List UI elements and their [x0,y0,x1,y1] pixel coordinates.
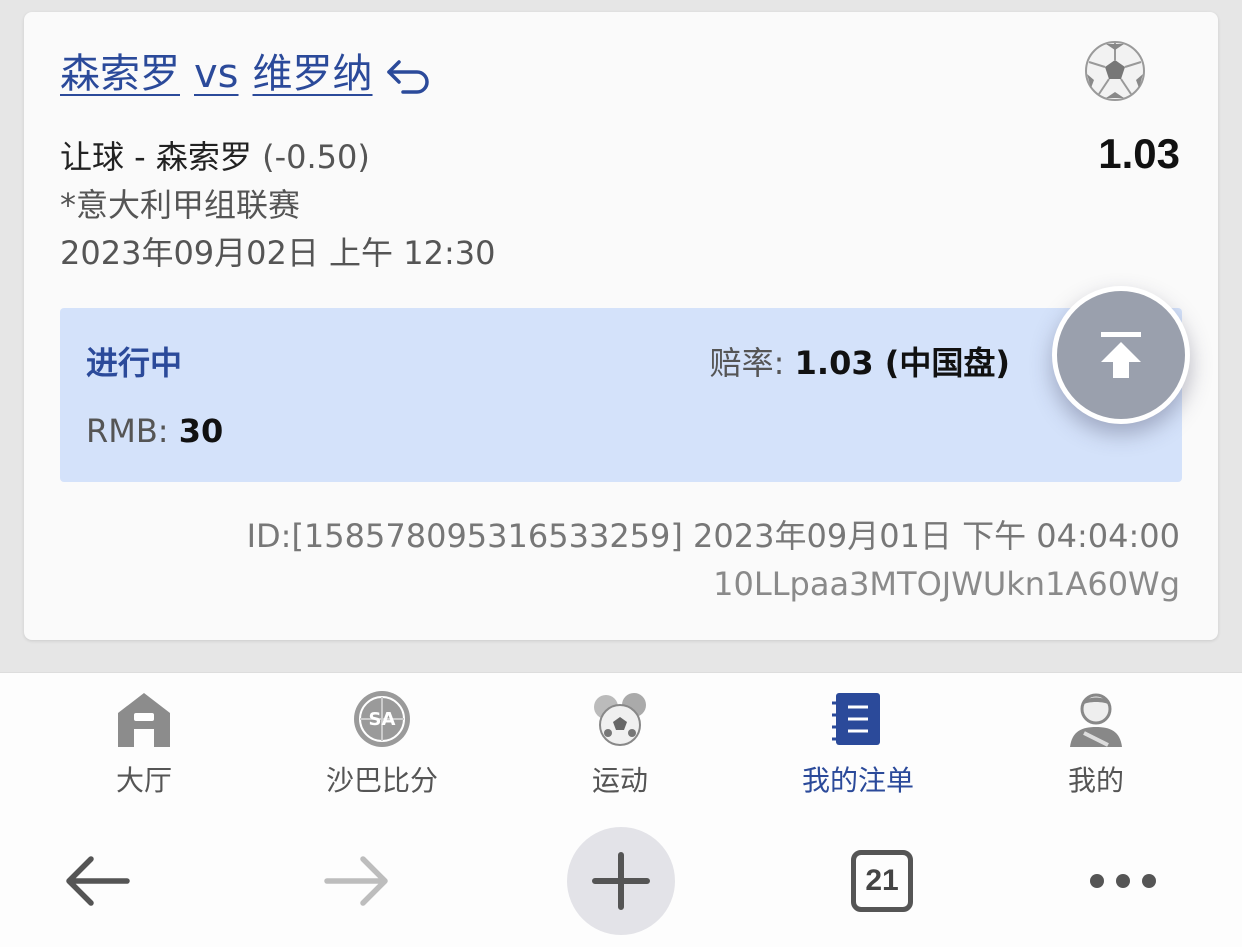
plus-icon [592,852,650,910]
tab-profile-label: 我的 [1067,764,1124,797]
more-dots-icon [1090,874,1156,888]
tab-count: 21 [851,850,913,912]
my-bets-icon [832,693,880,745]
odds-row: 赔率: 1.03 (中国盘) [710,338,1010,384]
saba-score-icon: SA [354,691,410,747]
market-line: 让球 - 森索罗 (-0.50) [60,132,370,178]
more-options-button[interactable] [1080,851,1166,911]
tab-sports-label: 运动 [591,764,648,797]
browser-back-button[interactable] [52,845,142,917]
odds-detail: 1.03 (中国盘) [794,344,1010,382]
tab-saba-score-label: 沙巴比分 [325,764,438,797]
tab-profile[interactable]: 我的 [972,673,1220,815]
tab-my-bets-label: 我的注单 [801,764,914,797]
away-team-link[interactable]: 维罗纳 [253,48,373,100]
soccer-ball-icon [1085,41,1145,101]
reference-code: 10LLpaa3MTOJWUkn1A60Wg [713,565,1180,603]
sports-icon [594,693,646,746]
bet-card: 森索罗 vs 维罗纳 让球 - 森索罗 (-0.50) 1.03 *意大利甲组联… [24,12,1218,640]
match-title: 森索罗 vs 维罗纳 [60,48,433,100]
handicap-value: (-0.50) [262,138,370,176]
back-arrow-icon [66,856,130,906]
tab-lobby-label: 大厅 [115,764,172,797]
bet-identifiers: ID:[1585780953165332​59] 2023年09月01日 下午 … [247,512,1180,608]
odds-label: 赔率: [709,344,785,382]
status-badge: 进行中 [86,344,183,382]
home-team-link[interactable]: 森索罗 [60,48,180,100]
tab-my-bets[interactable]: 我的注单 [734,673,982,815]
lobby-icon [118,693,170,747]
scroll-to-top-button[interactable] [1052,286,1190,424]
browser-forward-button[interactable] [312,845,402,917]
stake-value: 30 [178,412,224,450]
new-tab-button[interactable] [567,827,675,935]
match-time: 2023年09月02日 上午 12:30 [60,234,496,272]
tab-switcher-button[interactable]: 21 [846,845,918,917]
return-arrow-icon[interactable] [383,56,433,100]
stake-row: RMB: 30 [86,412,223,450]
browser-toolbar: 21 [0,815,1242,947]
svg-text:SA: SA [369,709,396,730]
bet-status-panel: 进行中 赔率: 1.03 (中国盘) RMB: 30 [60,308,1182,482]
scroll-top-icon [1101,332,1141,378]
tab-saba-score[interactable]: SA 沙巴比分 [258,673,506,815]
market-name: 让球 - 森索罗 [60,138,252,176]
bet-id-line: ID:[1585780953165332​59] 2023年09月01日 下午 … [246,517,1180,555]
profile-icon [1070,693,1122,747]
vs-link[interactable]: vs [194,48,239,100]
tab-sports[interactable]: 运动 [496,673,744,815]
stake-label: RMB: [86,412,169,450]
league-name: *意大利甲组联赛 [60,186,301,224]
forward-arrow-icon [324,856,388,906]
bottom-tab-bar: 大厅 SA 沙巴比分 运动 我的注单 我的 [0,672,1242,816]
odds-value: 1.03 [1098,130,1180,177]
tab-lobby[interactable]: 大厅 [20,673,268,815]
